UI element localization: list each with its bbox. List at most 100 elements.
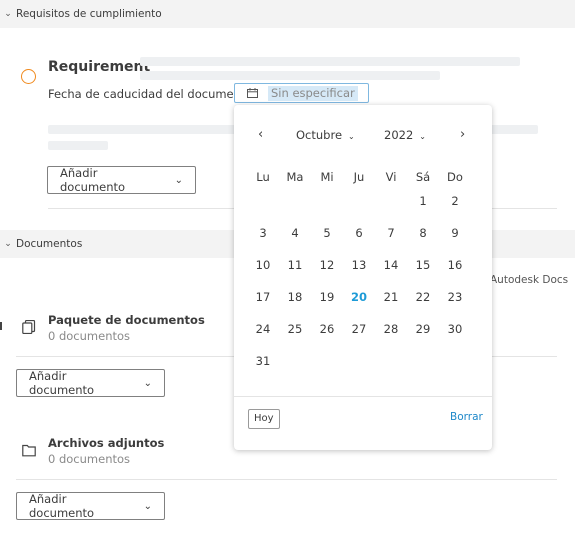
chevron-down-icon: ⌄	[143, 377, 152, 389]
calendar-day[interactable]: 19	[311, 281, 343, 313]
add-document-label: Añadir documento	[29, 492, 95, 520]
calendar-day[interactable]: 20	[343, 281, 375, 313]
calendar-day[interactable]: 9	[439, 217, 471, 249]
scroll-indicator	[0, 322, 2, 330]
requirement-title: Requirement	[48, 59, 151, 75]
calendar-day[interactable]: 30	[439, 313, 471, 345]
calendar-empty-cell	[343, 345, 375, 377]
calendar-day[interactable]: 4	[279, 217, 311, 249]
calendar-empty-cell	[311, 345, 343, 377]
calendar-day[interactable]: 12	[311, 249, 343, 281]
calendar-day[interactable]: 16	[439, 249, 471, 281]
group-title: Paquete de documentos	[48, 313, 205, 327]
weekday-label: Ju	[353, 170, 365, 184]
calendar-day[interactable]: 6	[343, 217, 375, 249]
group-title: Archivos adjuntos	[48, 436, 165, 450]
date-placeholder: Sin especificar	[268, 86, 358, 101]
add-document-label: Añadir documento	[29, 369, 95, 397]
calendar-day[interactable]: 28	[375, 313, 407, 345]
blurred-description	[140, 57, 520, 66]
calendar-day[interactable]: 17	[247, 281, 279, 313]
requirements-section-title: Requisitos de cumplimiento	[16, 8, 162, 20]
calendar-day[interactable]: 21	[375, 281, 407, 313]
today-button[interactable]: Hoy	[248, 409, 280, 429]
calendar-grid: Lu Ma Mi Ju Vi Sá Do 1 2 3 4 5 6 7 8 9 10 11 12 13 14 15 16 17…	[247, 169, 485, 377]
add-document-label: Añadir documento	[60, 166, 126, 194]
blurred-description	[48, 141, 108, 150]
document-package-icon	[22, 320, 36, 334]
calendar-day[interactable]: 27	[343, 313, 375, 345]
weekday-label: Vi	[385, 170, 397, 184]
calendar-week-row: 31	[247, 345, 485, 377]
weekday-label: Do	[447, 170, 463, 184]
chevron-down-icon: ⌄	[143, 500, 152, 512]
expiry-date-input[interactable]: Sin especificar	[234, 83, 369, 103]
calendar-empty-cell	[375, 185, 407, 217]
calendar-day[interactable]: 18	[279, 281, 311, 313]
calendar-week-row: 12	[247, 185, 485, 217]
chevron-down-icon: ⌄	[4, 239, 12, 249]
calendar-day[interactable]: 2	[439, 185, 471, 217]
clear-button[interactable]: Borrar	[450, 411, 483, 423]
expiry-date-label: Fecha de caducidad del documento	[48, 87, 253, 101]
calendar-empty-cell	[343, 185, 375, 217]
status-circle-icon	[21, 69, 36, 84]
chevron-down-icon: ⌄	[419, 132, 426, 141]
calendar-week-row: 17 18 19 20 21 22 23	[247, 281, 485, 313]
calendar-day[interactable]: 11	[279, 249, 311, 281]
calendar-day[interactable]: 23	[439, 281, 471, 313]
year-value: 2022	[384, 128, 414, 142]
weekday-label: Lu	[256, 170, 270, 184]
calendar-day[interactable]: 8	[407, 217, 439, 249]
calendar-empty-cell	[407, 345, 439, 377]
calendar-week-row: 24 25 26 27 28 29 30	[247, 313, 485, 345]
calendar-weeks: 1 2 3 4 5 6 7 8 9 10 11 12 13 14 15 16 17 18 19 20 21 22 23 24 2…	[247, 185, 485, 377]
calendar-day[interactable]: 31	[247, 345, 279, 377]
group-count: 0 documentos	[48, 329, 131, 343]
calendar-day[interactable]: 7	[375, 217, 407, 249]
chevron-down-icon: ⌄	[348, 132, 355, 141]
weekday-header: Lu Ma Mi Ju Vi Sá Do	[247, 169, 485, 185]
blurred-description	[140, 71, 440, 80]
weekday-label: Sá	[415, 170, 431, 184]
year-select[interactable]: 2022 ⌄	[384, 128, 426, 142]
add-document-button[interactable]: Añadir documento ⌄	[16, 492, 165, 520]
divider	[16, 479, 557, 480]
divider	[234, 396, 492, 397]
calendar-empty-cell	[247, 185, 279, 217]
chevron-down-icon: ⌄	[4, 9, 12, 19]
calendar-empty-cell	[279, 185, 311, 217]
calendar-day[interactable]: 15	[407, 249, 439, 281]
month-select[interactable]: Octubre ⌄	[296, 128, 355, 142]
calendar-week-row: 3456789	[247, 217, 485, 249]
calendar-empty-cell	[311, 185, 343, 217]
chevron-down-icon: ⌄	[174, 174, 183, 186]
date-picker-popup: ‹ Octubre ⌄ 2022 ⌄ › Lu Ma Mi Ju Vi Sá Do 123456…	[234, 105, 492, 450]
calendar-week-row: 10 11 12 13 14 15 16	[247, 249, 485, 281]
calendar-day[interactable]: 26	[311, 313, 343, 345]
weekday-label: Ma	[286, 170, 304, 184]
documents-section-title: Documentos	[16, 238, 83, 250]
add-document-button[interactable]: Añadir documento ⌄	[47, 166, 196, 194]
add-document-button[interactable]: Añadir documento ⌄	[16, 369, 165, 397]
calendar-day[interactable]: 13	[343, 249, 375, 281]
calendar-day[interactable]: 5	[311, 217, 343, 249]
calendar-day[interactable]: 3	[247, 217, 279, 249]
calendar-day[interactable]: 22	[407, 281, 439, 313]
calendar-day[interactable]: 1	[407, 185, 439, 217]
calendar-empty-cell	[439, 345, 471, 377]
calendar-day[interactable]: 14	[375, 249, 407, 281]
calendar-empty-cell	[279, 345, 311, 377]
calendar-day[interactable]: 10	[247, 249, 279, 281]
calendar-day[interactable]: 24	[247, 313, 279, 345]
prev-month-button[interactable]: ‹	[258, 127, 263, 142]
calendar-day[interactable]: 29	[407, 313, 439, 345]
next-month-button[interactable]: ›	[460, 127, 465, 142]
group-count: 0 documentos	[48, 452, 131, 466]
month-value: Octubre	[296, 128, 343, 142]
source-label: Autodesk Docs	[490, 274, 569, 286]
requirements-section-header[interactable]: ⌄ Requisitos de cumplimiento	[0, 0, 575, 28]
calendar-day[interactable]: 25	[279, 313, 311, 345]
calendar-icon	[247, 88, 258, 98]
weekday-label: Mi	[320, 170, 334, 184]
